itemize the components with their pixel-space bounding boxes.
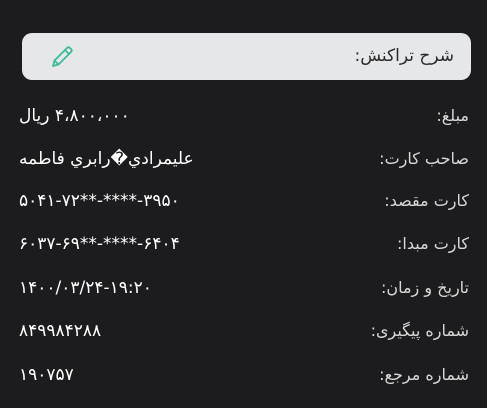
source-card-value: ۶۰۳۷-۶۹**-****-۶۴۰۴ [19, 234, 180, 254]
transaction-details-card: شرح تراکنش: مبلغ: ۴،۸۰۰،۰۰۰ ریال صاحب کا… [0, 0, 487, 408]
source-card-label: کارت مبدا: [397, 234, 469, 253]
date-time-value: ۱۴۰۰/۰۳/۲۴-۱۹:۲۰ [19, 278, 152, 298]
pencil-icon[interactable] [48, 43, 76, 71]
card-holder-label: صاحب کارت: [379, 149, 469, 168]
destination-card-label: کارت مقصد: [384, 191, 469, 210]
destination-card-value: ۵۰۴۱-۷۲**-****-۳۹۵۰ [19, 191, 180, 211]
amount-value: ۴،۸۰۰،۰۰۰ ریال [19, 106, 130, 126]
date-time-label: تاریخ و زمان: [380, 278, 469, 297]
reference-number-value: ۱۹۰۷۵۷ [19, 365, 74, 385]
card-holder-value: عليمرادي�رابري فاطمه [19, 149, 194, 169]
transaction-description-bar[interactable]: شرح تراکنش: [22, 33, 471, 80]
detail-row-card-holder: صاحب کارت: عليمرادي�رابري فاطمه [0, 144, 487, 174]
detail-row-tracking-number: شماره پیگیری: ۸۴۹۹۸۴۲۸۸ [0, 316, 487, 346]
tracking-number-value: ۸۴۹۹۸۴۲۸۸ [19, 321, 102, 341]
amount-label: مبلغ: [436, 106, 469, 125]
tracking-number-label: شماره پیگیری: [370, 321, 469, 340]
detail-row-amount: مبلغ: ۴،۸۰۰،۰۰۰ ریال [0, 101, 487, 131]
detail-row-destination-card: کارت مقصد: ۵۰۴۱-۷۲**-****-۳۹۵۰ [0, 186, 487, 216]
detail-row-source-card: کارت مبدا: ۶۰۳۷-۶۹**-****-۶۴۰۴ [0, 229, 487, 259]
transaction-description-label: شرح تراکنش: [354, 46, 454, 66]
detail-row-date-time: تاریخ و زمان: ۱۴۰۰/۰۳/۲۴-۱۹:۲۰ [0, 273, 487, 303]
reference-number-label: شماره مرجع: [379, 365, 469, 384]
detail-row-reference-number: شماره مرجع: ۱۹۰۷۵۷ [0, 360, 487, 390]
